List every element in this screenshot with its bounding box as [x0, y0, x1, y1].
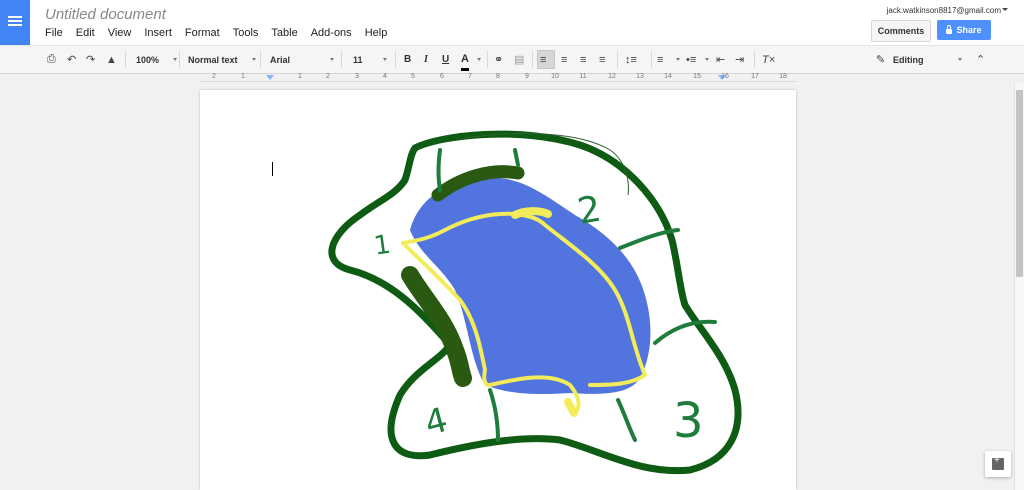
river-bottom-right [616, 398, 637, 442]
label-region-3: 3 [673, 393, 704, 449]
hand-drawn-map: 1 2 3 4 [328, 130, 742, 475]
river-bottom [488, 388, 500, 442]
scrollbar-thumb[interactable] [1016, 90, 1023, 277]
explore-button[interactable] [985, 451, 1011, 477]
vertical-scrollbar[interactable] [1014, 83, 1024, 490]
explore-icon [992, 455, 1004, 470]
label-region-4: 4 [421, 400, 452, 444]
label-region-1: 1 [372, 230, 393, 262]
river-left [436, 148, 442, 192]
